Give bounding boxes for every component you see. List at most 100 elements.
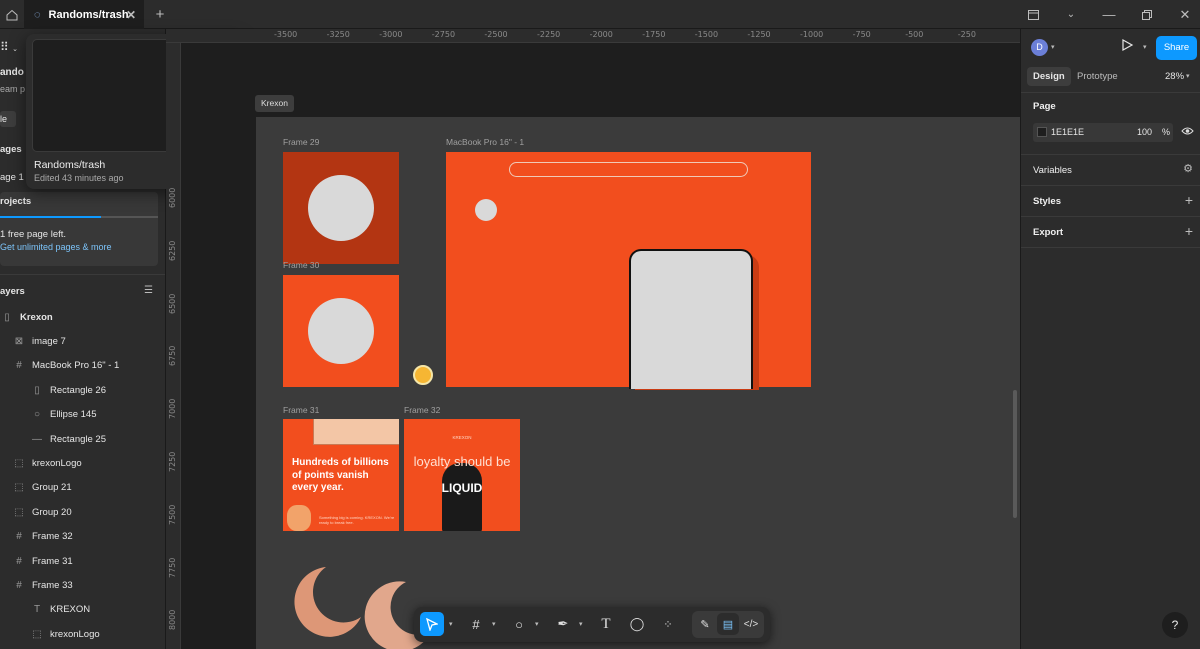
layer-row[interactable]: # Frame 31 [0,549,165,573]
rectangle-icon: ▯ [34,384,40,396]
frame-31-label[interactable]: Frame 31 [283,405,319,415]
layer-row[interactable]: ⬚ Group 20 [0,500,165,524]
frame-32[interactable]: KREXON loyalty should be LIQUID [404,419,520,531]
file-tab-title: Randoms/trash [48,8,129,21]
unlimited-link[interactable]: Get unlimited pages & more [0,242,112,252]
actions-button[interactable]: ⁘ [656,612,680,636]
layer-label: Group 20 [32,506,72,518]
projects-banner: rojects 1 free page left. Get unlimited … [0,192,158,266]
shape-tool-chevron-icon[interactable]: ▾ [535,620,539,628]
shape-tool-button[interactable]: ○ [507,612,531,636]
vertical-scrollbar[interactable] [1013,390,1017,518]
move-tool-button[interactable] [420,612,444,636]
styles-title: Styles [1033,196,1061,207]
page-color-swatch[interactable] [1037,127,1047,137]
draw-mode-button[interactable]: ✎ [694,613,716,635]
layer-label: MacBook Pro 16" - 1 [32,360,120,372]
frame-32-label[interactable]: Frame 32 [404,405,440,415]
close-tab-icon[interactable]: ✕ [126,8,136,22]
eye-icon[interactable] [1181,126,1194,139]
layer-row[interactable]: — Rectangle 25 [0,427,165,451]
minimize-button[interactable]: — [1098,0,1120,29]
frame-31-small-text: Something big is coming. KREXON. We're r… [319,515,395,525]
text-tool-button[interactable]: T [594,612,618,636]
present-chevron-icon[interactable]: ▾ [1143,43,1147,51]
frame-30[interactable] [283,275,399,387]
page-item-1[interactable]: age 1 [0,172,24,183]
page-tag[interactable]: Krexon [255,95,294,112]
ruler-tick: 7500 [168,504,177,525]
ruler-tick: -2500 [484,30,508,39]
layer-row[interactable]: # Frame 33 [0,573,165,597]
layer-row[interactable]: # Frame 32 [0,525,165,549]
add-export-icon[interactable]: + [1185,223,1193,239]
layer-row[interactable]: # MacBook Pro 16" - 1 [0,354,165,378]
projects-header: rojects [0,196,32,207]
layer-row[interactable]: ⬚ Group 21 [0,476,165,500]
comment-tool-button[interactable]: ◯ [625,612,649,636]
add-style-icon[interactable]: + [1185,192,1193,208]
dev-mode-button[interactable]: </> [740,613,762,635]
close-window-button[interactable]: ✕ [1174,0,1196,29]
ruler-tick: -500 [905,30,924,39]
file-name[interactable]: ando [0,67,24,78]
frame-31[interactable]: Hundreds of billions of points vanish ev… [283,419,399,531]
layer-row[interactable]: ○ Ellipse 145 [0,403,165,427]
emoji-sticker[interactable] [413,365,433,385]
frame-32-line2: LIQUID [441,481,483,495]
pen-tool-chevron-icon[interactable]: ▾ [579,620,583,628]
page-color-value[interactable]: 1E1E1E [1051,127,1084,137]
rectangle-26 [629,249,753,389]
frame-tool-chevron-icon[interactable]: ▾ [492,620,496,628]
styles-section: Styles + [1021,186,1200,217]
layer-row[interactable]: T KREXON [0,598,165,622]
layer-row[interactable]: ⊠ image 7 [0,329,165,353]
frame-tool-button[interactable]: # [464,612,488,636]
canvas[interactable]: Krexon Frame 29 Frame 30 MacBook Pro 16"… [181,43,1020,649]
avatar-chevron-icon[interactable]: ▾ [1051,43,1055,51]
tab-design[interactable]: Design [1027,67,1071,86]
main-menu-icon[interactable]: ⠿ ⌄ [0,40,18,54]
file-tab[interactable]: ◌ Randoms/trash ✕ [24,0,144,29]
move-tool-chevron-icon[interactable]: ▾ [449,620,453,628]
layer-row[interactable]: ▯ Krexon [0,305,165,329]
maximize-button[interactable] [1136,0,1158,29]
group-icon: ⬚ [32,628,42,640]
layers-sort-icon[interactable]: ☰ [144,285,153,296]
help-button[interactable]: ? [1162,612,1188,638]
frame-32-line1: loyalty should be [413,454,511,469]
ruler-tick: 6500 [168,293,177,314]
frame-29[interactable] [283,152,399,264]
variables-settings-icon[interactable]: ⚙ [1183,162,1193,175]
pen-tool-button[interactable]: ✒ [551,612,575,636]
coupon-illustration [313,419,399,445]
person-silhouette [442,463,482,531]
home-icon[interactable] [0,0,24,29]
zoom-level[interactable]: 28% [1165,71,1184,82]
group-icon: ⬚ [14,482,24,494]
chevron-down-icon[interactable]: ⌄ [1060,0,1082,29]
layer-row[interactable]: ⬚ krexonLogo [0,622,165,646]
design-mode-button[interactable]: ▤ [717,613,739,635]
macbook-frame[interactable] [446,152,811,390]
window-menu-icon[interactable] [1022,0,1044,29]
share-button[interactable]: Share [1156,36,1197,60]
frame-30-label[interactable]: Frame 30 [283,260,319,270]
zoom-chevron-icon[interactable]: ▾ [1186,72,1190,80]
file-chip[interactable]: le [0,111,16,127]
new-tab-button[interactable]: + [150,0,170,29]
present-button[interactable] [1120,38,1144,56]
page-color-field[interactable]: 1E1E1E 100 % [1033,123,1173,142]
frame-icon: # [16,531,22,543]
frame-29-label[interactable]: Frame 29 [283,137,319,147]
layer-row[interactable]: ▯ Rectangle 26 [0,378,165,402]
export-title: Export [1033,227,1064,238]
avatar[interactable]: D [1031,39,1048,56]
variables-section: Variables ⚙ [1021,155,1200,186]
tab-prototype[interactable]: Prototype [1077,71,1118,82]
layer-row[interactable]: ⬚ krexonLogo [0,451,165,475]
free-pages-text: 1 free page left. [0,229,67,240]
page-opacity-value[interactable]: 100 [1137,127,1152,137]
krexon-frame[interactable]: Frame 29 Frame 30 MacBook Pro 16" - 1 Fr… [256,117,1020,649]
macbook-frame-label[interactable]: MacBook Pro 16" - 1 [446,137,524,147]
